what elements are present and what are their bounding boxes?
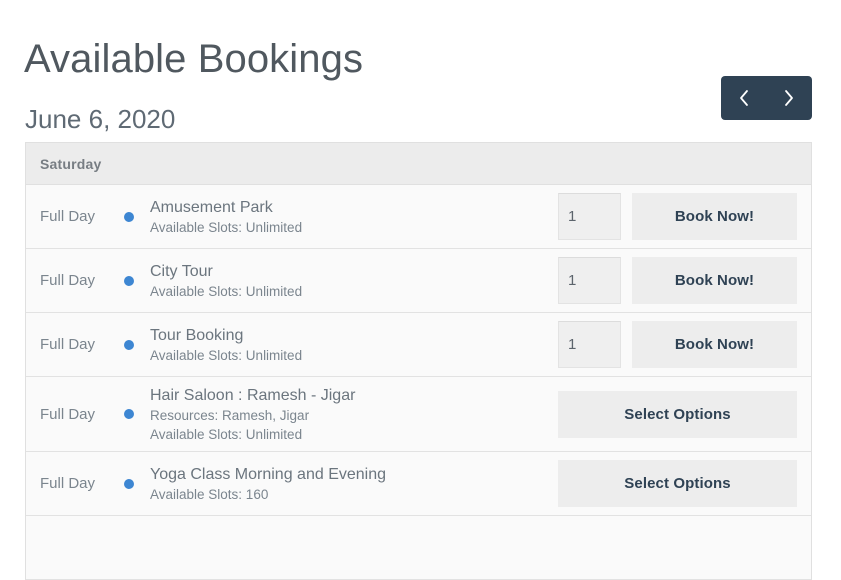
select-options-button[interactable]: Select Options — [558, 460, 797, 507]
previous-day-button[interactable] — [721, 76, 767, 120]
booking-title: Hair Saloon : Ramesh - Jigar — [150, 386, 356, 404]
quantity-cell — [558, 257, 622, 304]
action-cell: Book Now! — [632, 193, 797, 240]
status-dot-icon — [124, 478, 134, 489]
booking-title: Tour Booking — [150, 326, 244, 344]
booking-resources: Resources: Ramesh, Jigar — [150, 407, 310, 423]
date-navigation — [721, 76, 812, 120]
action-cell: Select Options — [558, 390, 797, 438]
bookings-table: Saturday Full Day Amusement Park Availab… — [25, 142, 812, 580]
row-info: Tour Booking Available Slots: Unlimited — [150, 325, 558, 365]
quantity-input[interactable] — [558, 193, 621, 240]
table-row: Full Day City Tour Available Slots: Unli… — [26, 249, 811, 313]
book-now-button[interactable]: Book Now! — [632, 193, 797, 240]
day-header: Saturday — [26, 143, 811, 185]
select-options-button[interactable]: Select Options — [558, 390, 797, 438]
status-cell — [124, 275, 150, 286]
booking-title: Amusement Park — [150, 198, 273, 216]
booking-title: Yoga Class Morning and Evening — [150, 465, 387, 483]
booking-title: City Tour — [150, 262, 213, 280]
available-slots: Available Slots: Unlimited — [150, 219, 303, 235]
row-info: Hair Saloon : Ramesh - Jigar Resources: … — [150, 385, 558, 444]
table-row — [26, 516, 811, 580]
available-slots: Available Slots: Unlimited — [150, 283, 303, 299]
status-dot-icon — [124, 409, 134, 419]
action-cell: Book Now! — [632, 321, 797, 368]
table-row: Full Day Hair Saloon : Ramesh - Jigar Re… — [26, 377, 811, 452]
action-cell: Select Options — [558, 460, 797, 507]
table-row: Full Day Tour Booking Available Slots: U… — [26, 313, 811, 377]
next-day-button[interactable] — [767, 76, 813, 120]
row-time: Full Day — [40, 208, 96, 225]
action-cell: Book Now! — [632, 257, 797, 304]
quantity-input[interactable] — [558, 321, 621, 368]
available-slots: Available Slots: 160 — [150, 486, 269, 502]
row-time: Full Day — [40, 336, 96, 353]
booking-page: Available Bookings June 6, 2020 Saturday… — [0, 0, 841, 580]
day-header-label: Saturday — [40, 155, 102, 172]
status-dot-icon — [124, 339, 134, 350]
row-time: Full Day — [40, 272, 96, 289]
row-info: City Tour Available Slots: Unlimited — [150, 261, 558, 301]
chevron-left-icon — [738, 89, 750, 107]
status-cell — [124, 339, 150, 350]
status-cell — [124, 211, 150, 222]
book-now-button[interactable]: Book Now! — [632, 257, 797, 304]
chevron-right-icon — [783, 89, 795, 107]
row-time: Full Day — [40, 405, 96, 423]
quantity-input[interactable] — [558, 257, 621, 304]
status-cell — [124, 478, 150, 489]
row-info: Amusement Park Available Slots: Unlimite… — [150, 197, 558, 237]
row-time: Full Day — [40, 475, 96, 492]
table-row: Full Day Yoga Class Morning and Evening … — [26, 452, 811, 516]
book-now-button[interactable]: Book Now! — [632, 321, 797, 368]
quantity-cell — [558, 193, 622, 240]
page-title: Available Bookings — [24, 36, 364, 81]
status-cell — [124, 409, 150, 419]
row-info: Yoga Class Morning and Evening Available… — [150, 464, 558, 504]
status-dot-icon — [124, 275, 134, 286]
available-slots: Available Slots: Unlimited — [150, 426, 303, 442]
selected-date-heading: June 6, 2020 — [25, 103, 176, 134]
available-slots: Available Slots: Unlimited — [150, 347, 303, 363]
table-row: Full Day Amusement Park Available Slots:… — [26, 185, 811, 249]
quantity-cell — [558, 321, 622, 368]
status-dot-icon — [124, 211, 134, 222]
